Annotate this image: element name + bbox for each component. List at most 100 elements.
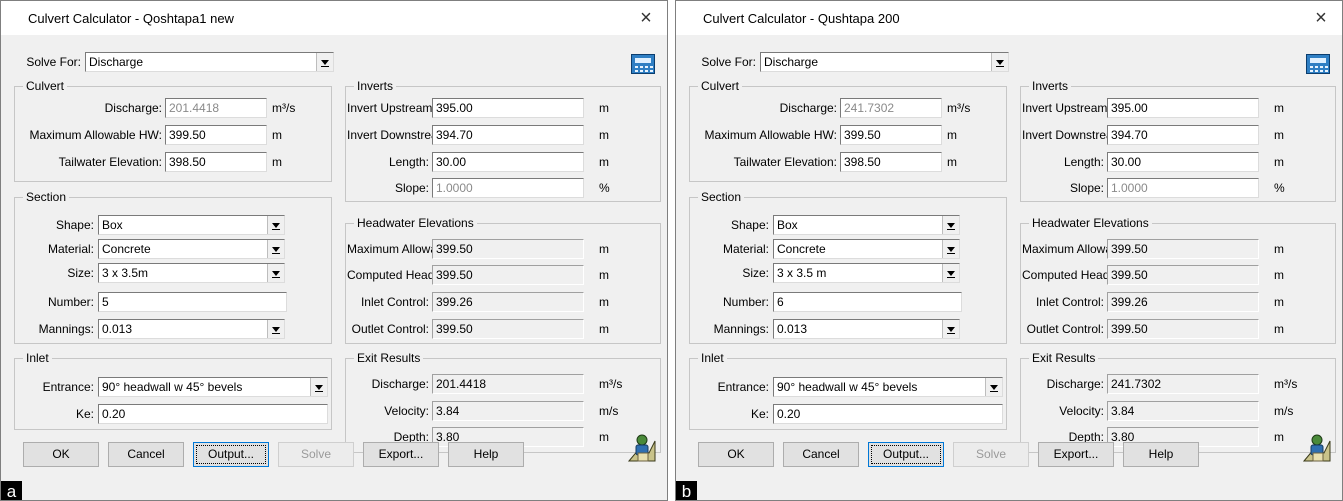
size-value: 3 x 3.5m — [102, 266, 149, 280]
invert-upstream-field[interactable]: 395.00 — [1107, 98, 1259, 118]
chevron-down-icon[interactable] — [942, 264, 959, 282]
entrance-select[interactable]: 90° headwall w 45° bevels — [773, 377, 1003, 397]
hw-outlet-value: 399.50 — [432, 319, 584, 339]
chevron-down-icon[interactable] — [991, 53, 1008, 71]
window-title: Culvert Calculator - Qoshtapa1 new — [28, 11, 234, 26]
tailwater-field[interactable]: 398.50 — [165, 152, 267, 172]
number-field[interactable]: 5 — [98, 292, 287, 312]
export-button[interactable]: Export... — [1038, 442, 1114, 467]
discharge-unit: m³/s — [272, 101, 296, 115]
invert-upstream-label: Invert Upstream: — [347, 101, 436, 115]
mannings-select[interactable]: 0.013 — [98, 319, 285, 339]
solve-for-select[interactable]: Discharge — [85, 52, 334, 72]
chevron-down-icon[interactable] — [310, 378, 327, 396]
entrance-value: 90° headwall w 45° bevels — [777, 380, 918, 394]
exit-depth-unit: m — [1274, 430, 1284, 444]
hw-computed-value: 399.50 — [1107, 265, 1259, 285]
ok-button[interactable]: OK — [698, 442, 774, 467]
size-value: 3 x 3.5 m — [777, 266, 827, 280]
technician-icon[interactable] — [625, 431, 659, 465]
exit-velocity-label: Velocity: — [1059, 404, 1104, 418]
mannings-label: Mannings: — [38, 322, 94, 336]
window-title: Culvert Calculator - Qushtapa 200 — [703, 11, 900, 26]
solve-for-value: Discharge — [764, 55, 819, 69]
tailwater-field[interactable]: 398.50 — [840, 152, 942, 172]
max-hw-unit: m — [272, 128, 282, 142]
culvert-calculator-dialog-b: Culvert Calculator - Qushtapa 200 × Solv… — [675, 0, 1343, 501]
size-select[interactable]: 3 x 3.5m — [98, 263, 285, 283]
exit-discharge-value: 241.7302 — [1107, 374, 1259, 394]
group-title: Inlet — [23, 351, 52, 365]
title-bar: Culvert Calculator - Qoshtapa1 new × — [1, 1, 667, 35]
help-button[interactable]: Help — [448, 442, 524, 467]
output-button[interactable]: Output... — [193, 442, 269, 467]
invert-upstream-label: Invert Upstream: — [1022, 101, 1111, 115]
entrance-select[interactable]: 90° headwall w 45° bevels — [98, 377, 328, 397]
calculator-icon[interactable] — [631, 54, 655, 74]
hw-inlet-label: Inlet Control: — [1035, 295, 1104, 309]
shape-select[interactable]: Box — [773, 215, 960, 235]
hw-max-label: Maximum Allowable: — [1022, 242, 1132, 256]
exit-depth-unit: m — [599, 430, 609, 444]
group-title: Inverts — [1029, 79, 1072, 93]
solve-button[interactable]: Solve — [953, 442, 1029, 467]
invert-upstream-field[interactable]: 395.00 — [432, 98, 584, 118]
output-button[interactable]: Output... — [868, 442, 944, 467]
invert-downstream-field[interactable]: 394.70 — [432, 125, 584, 145]
technician-icon[interactable] — [1300, 431, 1334, 465]
chevron-down-icon[interactable] — [267, 320, 284, 338]
size-select[interactable]: 3 x 3.5 m — [773, 263, 960, 283]
calculator-icon[interactable] — [1306, 54, 1330, 74]
panel-label: b — [676, 481, 697, 500]
invert-downstream-label: Invert Downstream: — [347, 128, 452, 142]
max-hw-label: Maximum Allowable HW: — [704, 128, 837, 142]
chevron-down-icon[interactable] — [985, 378, 1002, 396]
chevron-down-icon[interactable] — [267, 216, 284, 234]
exit-velocity-unit: m/s — [599, 404, 619, 418]
solve-button[interactable]: Solve — [278, 442, 354, 467]
hw-outlet-unit: m — [1274, 322, 1284, 336]
exit-velocity-unit: m/s — [1274, 404, 1294, 418]
number-field[interactable]: 6 — [773, 292, 962, 312]
invert-downstream-unit: m — [599, 128, 609, 142]
chevron-down-icon[interactable] — [942, 216, 959, 234]
length-label: Length: — [1063, 155, 1104, 169]
slope-unit: % — [1274, 181, 1285, 195]
hw-computed-unit: m — [599, 268, 609, 282]
chevron-down-icon[interactable] — [267, 240, 284, 258]
exit-velocity-value: 3.84 — [432, 401, 584, 421]
number-label: Number: — [722, 295, 769, 309]
export-button[interactable]: Export... — [363, 442, 439, 467]
ke-field[interactable]: 0.20 — [773, 404, 1003, 424]
exit-discharge-unit: m³/s — [1274, 377, 1298, 391]
ke-field[interactable]: 0.20 — [98, 404, 328, 424]
cancel-button[interactable]: Cancel — [783, 442, 859, 467]
help-button[interactable]: Help — [1123, 442, 1199, 467]
slope-field: 1.0000 — [1107, 178, 1259, 198]
cancel-button[interactable]: Cancel — [108, 442, 184, 467]
chevron-down-icon[interactable] — [942, 320, 959, 338]
chevron-down-icon[interactable] — [316, 53, 333, 71]
hw-inlet-value: 399.26 — [432, 292, 584, 312]
mannings-select[interactable]: 0.013 — [773, 319, 960, 339]
close-icon[interactable]: × — [1308, 5, 1334, 31]
solve-for-select[interactable]: Discharge — [760, 52, 1009, 72]
shape-select[interactable]: Box — [98, 215, 285, 235]
ok-button[interactable]: OK — [23, 442, 99, 467]
length-field[interactable]: 30.00 — [1107, 152, 1259, 172]
close-icon[interactable]: × — [633, 5, 659, 31]
max-hw-field[interactable]: 399.50 — [840, 125, 942, 145]
chevron-down-icon[interactable] — [942, 240, 959, 258]
invert-downstream-field[interactable]: 394.70 — [1107, 125, 1259, 145]
max-hw-field[interactable]: 399.50 — [165, 125, 267, 145]
max-hw-label: Maximum Allowable HW: — [29, 128, 162, 142]
chevron-down-icon[interactable] — [267, 264, 284, 282]
exit-discharge-unit: m³/s — [599, 377, 623, 391]
material-select[interactable]: Concrete — [98, 239, 285, 259]
ke-label: Ke: — [750, 407, 769, 421]
solve-for-label: Solve For: — [701, 55, 756, 69]
material-select[interactable]: Concrete — [773, 239, 960, 259]
discharge-label: Discharge: — [779, 101, 837, 115]
hw-outlet-label: Outlet Control: — [1026, 322, 1104, 336]
length-field[interactable]: 30.00 — [432, 152, 584, 172]
